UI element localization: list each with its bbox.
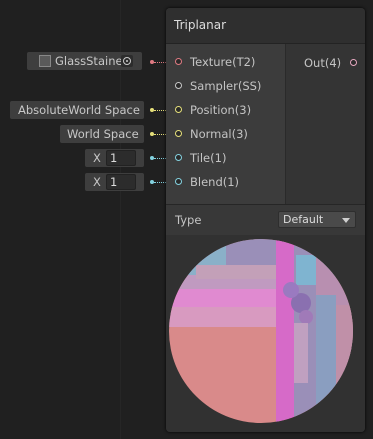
input-label-normal: Normal(3) (190, 127, 248, 141)
input-label-sampler: Sampler(SS) (190, 79, 262, 93)
input-port-normal[interactable] (175, 130, 182, 137)
type-value: Default (283, 213, 324, 226)
tile-input-box[interactable]: X 1 (85, 149, 144, 167)
blend-input-box[interactable]: X 1 (85, 173, 144, 191)
node-title: Triplanar (174, 18, 227, 32)
input-port-tile[interactable] (175, 154, 182, 161)
texture-input-box[interactable]: GlassStaine (27, 52, 142, 70)
tile-value: 1 (110, 151, 118, 165)
node-header[interactable]: Triplanar (166, 8, 365, 44)
type-label: Type (175, 213, 202, 227)
type-dropdown[interactable]: Default (278, 211, 356, 228)
input-label-tile: Tile(1) (190, 151, 227, 165)
input-label-texture: Texture(T2) (190, 55, 256, 69)
input-port-position[interactable] (175, 106, 182, 113)
triplanar-node[interactable]: Triplanar Texture(T2) Sampler(SS) Positi… (166, 8, 365, 432)
position-space-box[interactable]: AbsoluteWorld Space (10, 101, 144, 119)
node-settings: Type Default (166, 205, 365, 235)
normal-space-box[interactable]: World Space (60, 125, 144, 143)
object-picker-icon[interactable] (121, 55, 133, 67)
normal-space-label: World Space (67, 127, 139, 141)
tile-axis-label: X (93, 151, 101, 165)
input-label-blend: Blend(1) (190, 175, 240, 189)
input-port-blend[interactable] (175, 178, 182, 185)
position-space-label: AbsoluteWorld Space (18, 103, 140, 117)
input-port-sampler[interactable] (175, 82, 182, 89)
dropdown-arrow-icon (342, 218, 350, 223)
tile-value-field[interactable]: 1 (106, 150, 136, 166)
input-label-position: Position(3) (190, 103, 252, 117)
preview-sphere (169, 239, 353, 423)
preview-area[interactable] (166, 235, 365, 432)
texture-name: GlassStaine (55, 54, 123, 68)
texture-thumbnail-icon (39, 55, 51, 67)
input-port-texture[interactable] (175, 58, 182, 65)
blend-axis-label: X (93, 175, 101, 189)
output-label: Out(4) (304, 56, 342, 70)
blend-value-field[interactable]: 1 (106, 174, 136, 190)
output-port[interactable] (350, 59, 357, 66)
blend-value: 1 (110, 175, 118, 189)
